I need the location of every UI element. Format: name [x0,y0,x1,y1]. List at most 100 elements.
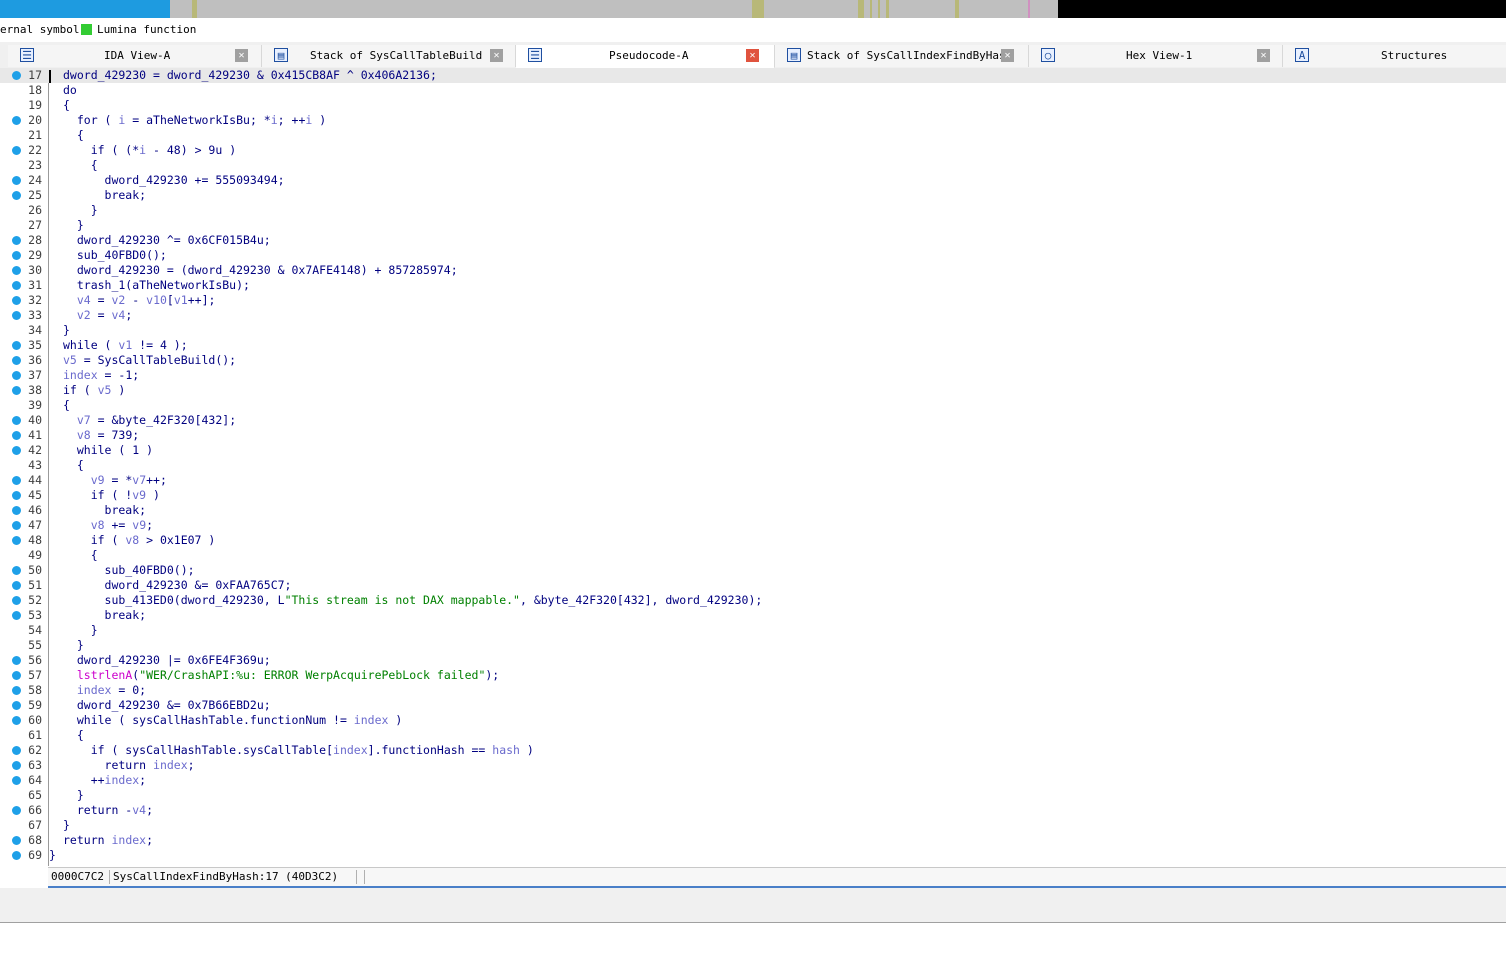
code-line[interactable]: 24 dword_429230 += 555093494; [0,173,1506,188]
breakpoint-dot-icon[interactable] [12,656,21,665]
code-variable[interactable]: index [153,758,188,772]
code-line[interactable]: 60 while ( sysCallHashTable.functionNum … [0,713,1506,728]
code-line[interactable]: 49 { [0,548,1506,563]
code-line[interactable]: 35 while ( v1 != 4 ); [0,338,1506,353]
breakpoint-dot-icon[interactable] [12,236,21,245]
breakpoint-dot-icon[interactable] [12,611,21,620]
code-line[interactable]: 28 dword_429230 ^= 0x6CF015B4u; [0,233,1506,248]
code-line[interactable]: 68 return index; [0,833,1506,848]
code-line[interactable]: 61 { [0,728,1506,743]
code-variable[interactable]: v1 [174,293,188,307]
code-line[interactable]: 40 v7 = &byte_42F320[432]; [0,413,1506,428]
breakpoint-dot-icon[interactable] [12,281,21,290]
breakpoint-dot-icon[interactable] [12,371,21,380]
code-line[interactable]: 63 return index; [0,758,1506,773]
code-line[interactable]: 57 lstrlenA("WER/CrashAPI:%u: ERROR Werp… [0,668,1506,683]
code-line[interactable]: 20 for ( i = aTheNetworkIsBu; *i; ++i ) [0,113,1506,128]
code-variable[interactable]: v8 [91,518,105,532]
code-line[interactable]: 36 v5 = SysCallTableBuild(); [0,353,1506,368]
breakpoint-dot-icon[interactable] [12,356,21,365]
code-variable[interactable]: index [354,713,389,727]
code-line[interactable]: 56 dword_429230 |= 0x6FE4F369u; [0,653,1506,668]
breakpoint-dot-icon[interactable] [12,536,21,545]
code-line[interactable]: 52 sub_413ED0(dword_429230, L"This strea… [0,593,1506,608]
code-variable[interactable]: v2 [77,308,91,322]
code-variable[interactable]: v9 [132,488,146,502]
code-line[interactable]: 33 v2 = v4; [0,308,1506,323]
code-line[interactable]: 53 break; [0,608,1506,623]
breakpoint-dot-icon[interactable] [12,701,21,710]
code-variable[interactable]: v5 [63,353,77,367]
tab-structures[interactable]: A Structures [1283,45,1506,67]
code-variable[interactable]: v7 [132,473,146,487]
code-line[interactable]: 50 sub_40FBD0(); [0,563,1506,578]
close-icon[interactable]: ✕ [235,49,248,62]
code-line[interactable]: 17 dword_429230 = dword_429230 & 0x415CB8… [0,68,1506,83]
breakpoint-dot-icon[interactable] [12,416,21,425]
code-variable[interactable]: v9 [91,473,105,487]
breakpoint-dot-icon[interactable] [12,311,21,320]
code-line[interactable]: 34} [0,323,1506,338]
tab-hex-view-1[interactable]: ○ Hex View-1 ✕ [1029,45,1283,67]
code-line[interactable]: 27 } [0,218,1506,233]
breakpoint-dot-icon[interactable] [12,431,21,440]
code-line[interactable]: 58 index = 0; [0,683,1506,698]
breakpoint-dot-icon[interactable] [12,176,21,185]
code-line[interactable]: 18 do [0,83,1506,98]
code-variable[interactable]: v8 [77,428,91,442]
breakpoint-dot-icon[interactable] [12,491,21,500]
breakpoint-dot-icon[interactable] [12,116,21,125]
code-line[interactable]: 21 { [0,128,1506,143]
breakpoint-dot-icon[interactable] [12,566,21,575]
code-line[interactable]: 46 break; [0,503,1506,518]
code-line[interactable]: 64 ++index; [0,773,1506,788]
breakpoint-dot-icon[interactable] [12,746,21,755]
code-variable[interactable]: i [271,113,278,127]
breakpoint-dot-icon[interactable] [12,146,21,155]
code-line[interactable]: 59 dword_429230 &= 0x7B66EBD2u; [0,698,1506,713]
code-line[interactable]: 62 if ( sysCallHashTable.sysCallTable[in… [0,743,1506,758]
code-line[interactable]: 54 } [0,623,1506,638]
code-line[interactable]: 67} [0,818,1506,833]
code-line[interactable]: 69} [0,848,1506,863]
breakpoint-dot-icon[interactable] [12,386,21,395]
breakpoint-dot-icon[interactable] [12,806,21,815]
tab-pseudocode-a[interactable]: ☰ Pseudocode-A ✕ [516,45,775,69]
code-line[interactable]: 37 index = -1; [0,368,1506,383]
code-line[interactable]: 23 { [0,158,1506,173]
nav-data-segment[interactable] [170,0,1058,18]
breakpoint-dot-icon[interactable] [12,851,21,860]
code-line[interactable]: 51 dword_429230 &= 0xFAA765C7; [0,578,1506,593]
breakpoint-dot-icon[interactable] [12,836,21,845]
tab-ida-view-a[interactable]: ☰ IDA View-A ✕ [8,45,262,67]
breakpoint-dot-icon[interactable] [12,266,21,275]
breakpoint-dot-icon[interactable] [12,581,21,590]
code-line[interactable]: 39 { [0,398,1506,413]
code-variable[interactable]: v4 [112,308,126,322]
code-string[interactable]: "WER/CrashAPI:%u: ERROR WerpAcquirePebLo… [139,668,485,682]
code-line[interactable]: 43 { [0,458,1506,473]
code-line[interactable]: 66 return -v4; [0,803,1506,818]
code-line[interactable]: 19 { [0,98,1506,113]
breakpoint-dot-icon[interactable] [12,341,21,350]
close-icon[interactable]: ✕ [490,49,503,62]
nav-library-segment[interactable] [0,0,170,18]
code-variable[interactable]: v4 [132,803,146,817]
breakpoint-dot-icon[interactable] [12,521,21,530]
code-line[interactable]: 25 break; [0,188,1506,203]
code-line[interactable]: 47 v8 += v9; [0,518,1506,533]
breakpoint-dot-icon[interactable] [12,716,21,725]
code-variable[interactable]: index [333,743,368,757]
breakpoint-dot-icon[interactable] [12,71,21,80]
breakpoint-dot-icon[interactable] [12,776,21,785]
breakpoint-dot-icon[interactable] [12,761,21,770]
code-variable[interactable]: index [77,683,112,697]
code-line[interactable]: 22 if ( (*i - 48) > 9u ) [0,143,1506,158]
tab-stack-syscalltablebuild[interactable]: ▤ Stack of SysCallTableBuild ✕ [262,45,516,67]
pseudocode-view[interactable]: 17 dword_429230 = dword_429230 & 0x415CB8… [0,68,1506,866]
code-variable[interactable]: v10 [146,293,167,307]
navigation-band[interactable] [0,0,1506,18]
code-variable[interactable]: v8 [125,533,139,547]
code-line[interactable]: 30 dword_429230 = (dword_429230 & 0x7AFE… [0,263,1506,278]
breakpoint-dot-icon[interactable] [12,446,21,455]
